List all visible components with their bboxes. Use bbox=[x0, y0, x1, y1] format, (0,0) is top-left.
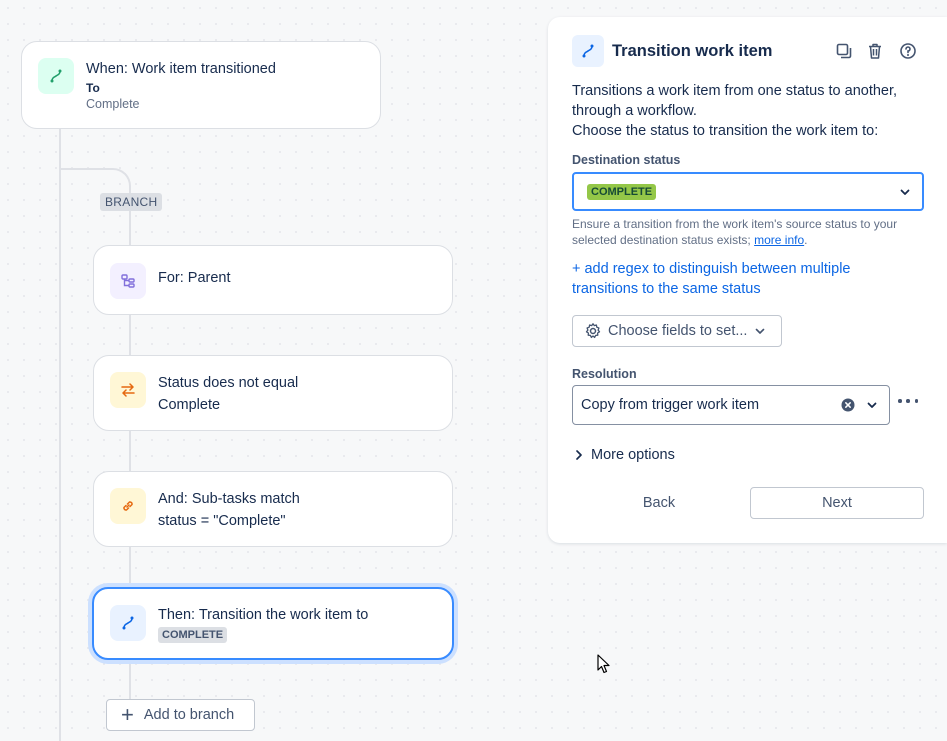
branch-tag: BRANCH bbox=[100, 193, 163, 211]
chevron-down-icon bbox=[756, 328, 765, 334]
more-info-link[interactable]: more info bbox=[754, 233, 804, 247]
condition-subtasks-line2: status = "Complete" bbox=[158, 513, 286, 529]
add-to-branch-button[interactable]: + Add to branch bbox=[106, 699, 255, 731]
destination-helper-text: Ensure a transition from the work item's… bbox=[572, 216, 917, 248]
more-options-toggle[interactable]: More options bbox=[572, 447, 675, 463]
config-panel: Transition work item Transitions a work … bbox=[548, 17, 947, 543]
description-line-2: through a workflow. bbox=[572, 103, 697, 119]
chevron-right-icon bbox=[576, 450, 582, 460]
helper-text: Ensure a transition from the work item's… bbox=[572, 217, 898, 247]
trigger-card[interactable]: When: Work item transitioned To Complete bbox=[21, 41, 381, 129]
status-lozenge: COMPLETE bbox=[158, 627, 228, 643]
help-icon[interactable] bbox=[897, 40, 919, 62]
link-icon bbox=[110, 488, 146, 524]
action-transition-label: Then: Transition the work item to bbox=[158, 607, 369, 623]
condition-subtasks-card[interactable]: And: Sub-tasks match status = "Complete" bbox=[93, 471, 453, 547]
gear-icon bbox=[585, 323, 601, 339]
trigger-to-label: To bbox=[86, 81, 100, 95]
destination-status-select[interactable]: COMPLETE bbox=[572, 172, 924, 211]
more-options-label: More options bbox=[591, 447, 675, 463]
panel-title: Transition work item bbox=[612, 42, 773, 60]
resolution-select[interactable]: Copy from trigger work item bbox=[572, 385, 890, 425]
trigger-to-value: Complete bbox=[86, 97, 140, 111]
destination-status-lozenge: COMPLETE bbox=[587, 183, 657, 200]
plus-icon: + bbox=[121, 702, 134, 727]
clear-icon[interactable] bbox=[841, 398, 855, 417]
duplicate-icon[interactable] bbox=[833, 40, 855, 62]
more-actions-icon[interactable] bbox=[898, 393, 918, 409]
mouse-cursor bbox=[597, 654, 611, 679]
panel-header-icon bbox=[572, 35, 604, 67]
description-line-3: Choose the status to transition the work… bbox=[572, 123, 879, 139]
condition-status-line2: Complete bbox=[158, 397, 221, 413]
resolution-label: Resolution bbox=[572, 367, 637, 381]
add-to-branch-label: Add to branch bbox=[143, 707, 235, 723]
choose-fields-button[interactable]: Choose fields to set... bbox=[572, 315, 782, 347]
condition-subtasks-line1: And: Sub-tasks match bbox=[158, 491, 300, 507]
flow-connector-main bbox=[59, 128, 61, 741]
add-regex-link[interactable]: + add regex to distinguish between multi… bbox=[572, 259, 912, 299]
add-regex-line-2: transitions to the same status bbox=[572, 281, 761, 297]
helper-end: . bbox=[804, 233, 808, 247]
chevron-down-icon[interactable] bbox=[865, 398, 879, 417]
next-button[interactable]: Next bbox=[750, 487, 924, 519]
trigger-title: When: Work item transitioned bbox=[86, 61, 276, 77]
condition-status-card[interactable]: Status does not equal Complete bbox=[93, 355, 453, 431]
destination-status-label: Destination status bbox=[572, 153, 681, 167]
resolution-value: Copy from trigger work item bbox=[581, 397, 760, 413]
action-transition-card[interactable]: Then: Transition the work item to COMPLE… bbox=[92, 587, 454, 660]
back-button[interactable]: Back bbox=[572, 487, 746, 519]
choose-fields-label: Choose fields to set... bbox=[608, 323, 748, 339]
add-regex-line-1: + add regex to distinguish between multi… bbox=[572, 261, 851, 277]
swap-icon bbox=[110, 372, 146, 408]
delete-icon[interactable] bbox=[864, 40, 886, 62]
panel-description: Transitions a work item from one status … bbox=[572, 81, 932, 141]
branch-for-card[interactable]: For: Parent bbox=[93, 245, 453, 315]
back-label: Back bbox=[642, 495, 676, 511]
transition-icon bbox=[582, 44, 594, 58]
hierarchy-icon bbox=[110, 263, 146, 299]
step-for-label: For: Parent bbox=[158, 270, 231, 286]
chevron-down-icon bbox=[898, 185, 912, 204]
transition-icon bbox=[110, 605, 146, 641]
description-line-1: Transitions a work item from one status … bbox=[572, 83, 898, 99]
transition-icon bbox=[38, 58, 74, 94]
next-label: Next bbox=[822, 495, 852, 511]
condition-status-line1: Status does not equal bbox=[158, 375, 299, 391]
